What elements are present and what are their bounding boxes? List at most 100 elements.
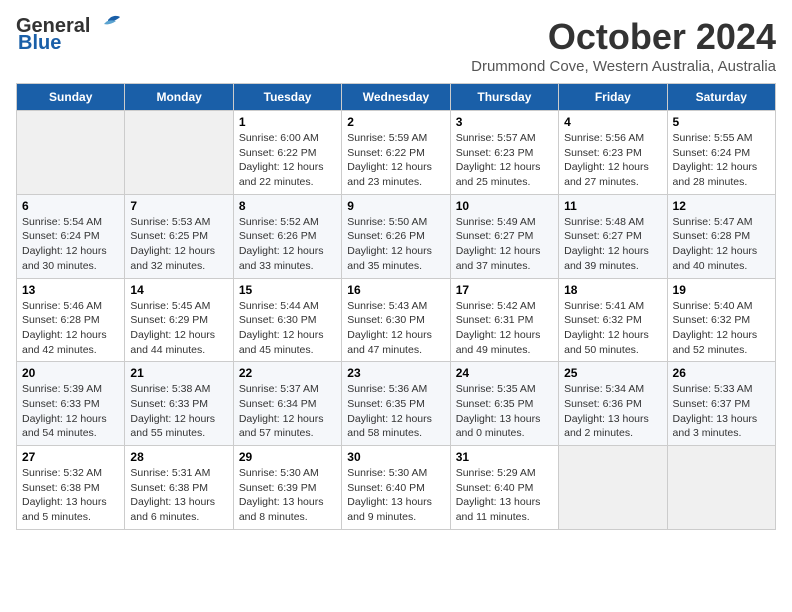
calendar-cell: 11 Sunrise: 5:48 AM Sunset: 6:27 PM Dayli… [559,194,667,278]
day-number: 21 [130,366,227,380]
day-info: Sunrise: 5:53 AM Sunset: 6:25 PM Dayligh… [130,215,227,274]
header-thursday: Thursday [450,84,558,111]
header-saturday: Saturday [667,84,775,111]
day-number: 18 [564,283,661,297]
day-info: Sunrise: 5:52 AM Sunset: 6:26 PM Dayligh… [239,215,336,274]
day-number: 3 [456,115,553,129]
day-info: Sunrise: 5:40 AM Sunset: 6:32 PM Dayligh… [673,299,770,358]
header-tuesday: Tuesday [233,84,341,111]
day-info: Sunrise: 5:33 AM Sunset: 6:37 PM Dayligh… [673,382,770,441]
calendar-cell: 21 Sunrise: 5:38 AM Sunset: 6:33 PM Dayli… [125,362,233,446]
calendar-cell: 29Sunrise: 5:30 AM Sunset: 6:39 PM Dayli… [233,446,341,530]
day-number: 2 [347,115,444,129]
day-number: 25 [564,366,661,380]
day-info: Sunrise: 5:46 AM Sunset: 6:28 PM Dayligh… [22,299,119,358]
calendar-cell: 19 Sunrise: 5:40 AM Sunset: 6:32 PM Dayli… [667,278,775,362]
calendar-cell: 7Sunrise: 5:53 AM Sunset: 6:25 PM Daylig… [125,194,233,278]
day-number: 17 [456,283,553,297]
calendar-cell: 5 Sunrise: 5:55 AM Sunset: 6:24 PM Daylig… [667,111,775,195]
calendar-cell: 22Sunrise: 5:37 AM Sunset: 6:34 PM Dayli… [233,362,341,446]
day-number: 31 [456,450,553,464]
day-number: 13 [22,283,119,297]
logo: General Blue [16,16,122,55]
calendar-cell [667,446,775,530]
calendar-cell: 1 Sunrise: 6:00 AM Sunset: 6:22 PM Daylig… [233,111,341,195]
day-number: 5 [673,115,770,129]
day-number: 30 [347,450,444,464]
calendar-week-2: 6 Sunrise: 5:54 AM Sunset: 6:24 PM Daylig… [17,194,776,278]
day-number: 28 [130,450,227,464]
day-number: 29 [239,450,336,464]
day-info: Sunrise: 5:37 AM Sunset: 6:34 PM Dayligh… [239,382,336,441]
calendar-cell [17,111,125,195]
header-friday: Friday [559,84,667,111]
calendar-cell: 27 Sunrise: 5:32 AM Sunset: 6:38 PM Dayli… [17,446,125,530]
calendar-cell: 30Sunrise: 5:30 AM Sunset: 6:40 PM Dayli… [342,446,450,530]
day-info: Sunrise: 5:32 AM Sunset: 6:38 PM Dayligh… [22,466,119,525]
day-number: 4 [564,115,661,129]
day-number: 24 [456,366,553,380]
day-info: Sunrise: 5:50 AM Sunset: 6:26 PM Dayligh… [347,215,444,274]
day-info: Sunrise: 5:39 AM Sunset: 6:33 PM Dayligh… [22,382,119,441]
day-info: Sunrise: 5:57 AM Sunset: 6:23 PM Dayligh… [456,131,553,190]
day-number: 10 [456,199,553,213]
day-info: Sunrise: 5:44 AM Sunset: 6:30 PM Dayligh… [239,299,336,358]
day-info: Sunrise: 5:59 AM Sunset: 6:22 PM Dayligh… [347,131,444,190]
calendar-cell: 20Sunrise: 5:39 AM Sunset: 6:33 PM Dayli… [17,362,125,446]
calendar-cell: 13 Sunrise: 5:46 AM Sunset: 6:28 PM Dayli… [17,278,125,362]
calendar-week-1: 1 Sunrise: 6:00 AM Sunset: 6:22 PM Daylig… [17,111,776,195]
day-info: Sunrise: 5:45 AM Sunset: 6:29 PM Dayligh… [130,299,227,358]
day-info: Sunrise: 5:36 AM Sunset: 6:35 PM Dayligh… [347,382,444,441]
day-info: Sunrise: 5:35 AM Sunset: 6:35 PM Dayligh… [456,382,553,441]
calendar-week-4: 20Sunrise: 5:39 AM Sunset: 6:33 PM Dayli… [17,362,776,446]
day-info: Sunrise: 5:55 AM Sunset: 6:24 PM Dayligh… [673,131,770,190]
day-number: 27 [22,450,119,464]
calendar-cell: 2 Sunrise: 5:59 AM Sunset: 6:22 PM Daylig… [342,111,450,195]
day-number: 19 [673,283,770,297]
calendar-cell: 18Sunrise: 5:41 AM Sunset: 6:32 PM Dayli… [559,278,667,362]
day-number: 16 [347,283,444,297]
calendar-cell: 3 Sunrise: 5:57 AM Sunset: 6:23 PM Daylig… [450,111,558,195]
day-info: Sunrise: 5:43 AM Sunset: 6:30 PM Dayligh… [347,299,444,358]
calendar-cell: 6 Sunrise: 5:54 AM Sunset: 6:24 PM Daylig… [17,194,125,278]
day-info: Sunrise: 5:31 AM Sunset: 6:38 PM Dayligh… [130,466,227,525]
day-info: Sunrise: 5:42 AM Sunset: 6:31 PM Dayligh… [456,299,553,358]
day-number: 14 [130,283,227,297]
calendar-cell: 23 Sunrise: 5:36 AM Sunset: 6:35 PM Dayli… [342,362,450,446]
calendar-week-3: 13 Sunrise: 5:46 AM Sunset: 6:28 PM Dayli… [17,278,776,362]
calendar-cell: 12 Sunrise: 5:47 AM Sunset: 6:28 PM Dayli… [667,194,775,278]
calendar: SundayMondayTuesdayWednesdayThursdayFrid… [16,83,776,530]
title-area: October 2024 Drummond Cove, Western Aust… [471,16,776,75]
day-number: 15 [239,283,336,297]
header-monday: Monday [125,84,233,111]
calendar-week-5: 27 Sunrise: 5:32 AM Sunset: 6:38 PM Dayli… [17,446,776,530]
calendar-cell: 9Sunrise: 5:50 AM Sunset: 6:26 PM Daylig… [342,194,450,278]
day-number: 23 [347,366,444,380]
day-info: Sunrise: 5:49 AM Sunset: 6:27 PM Dayligh… [456,215,553,274]
calendar-cell [125,111,233,195]
day-number: 8 [239,199,336,213]
calendar-cell: 14 Sunrise: 5:45 AM Sunset: 6:29 PM Dayli… [125,278,233,362]
day-info: Sunrise: 5:29 AM Sunset: 6:40 PM Dayligh… [456,466,553,525]
location: Drummond Cove, Western Australia, Austra… [471,58,776,75]
calendar-cell: 24 Sunrise: 5:35 AM Sunset: 6:35 PM Dayli… [450,362,558,446]
month-year: October 2024 [471,16,776,58]
header-wednesday: Wednesday [342,84,450,111]
header-sunday: Sunday [17,84,125,111]
day-info: Sunrise: 6:00 AM Sunset: 6:22 PM Dayligh… [239,131,336,190]
calendar-cell: 4Sunrise: 5:56 AM Sunset: 6:23 PM Daylig… [559,111,667,195]
day-number: 1 [239,115,336,129]
logo-bird-icon [92,14,122,36]
calendar-cell [559,446,667,530]
day-info: Sunrise: 5:34 AM Sunset: 6:36 PM Dayligh… [564,382,661,441]
calendar-cell: 17 Sunrise: 5:42 AM Sunset: 6:31 PM Dayli… [450,278,558,362]
day-number: 6 [22,199,119,213]
day-info: Sunrise: 5:54 AM Sunset: 6:24 PM Dayligh… [22,215,119,274]
day-number: 12 [673,199,770,213]
day-info: Sunrise: 5:47 AM Sunset: 6:28 PM Dayligh… [673,215,770,274]
day-info: Sunrise: 5:38 AM Sunset: 6:33 PM Dayligh… [130,382,227,441]
calendar-cell: 10 Sunrise: 5:49 AM Sunset: 6:27 PM Dayli… [450,194,558,278]
day-info: Sunrise: 5:48 AM Sunset: 6:27 PM Dayligh… [564,215,661,274]
day-number: 11 [564,199,661,213]
day-number: 26 [673,366,770,380]
